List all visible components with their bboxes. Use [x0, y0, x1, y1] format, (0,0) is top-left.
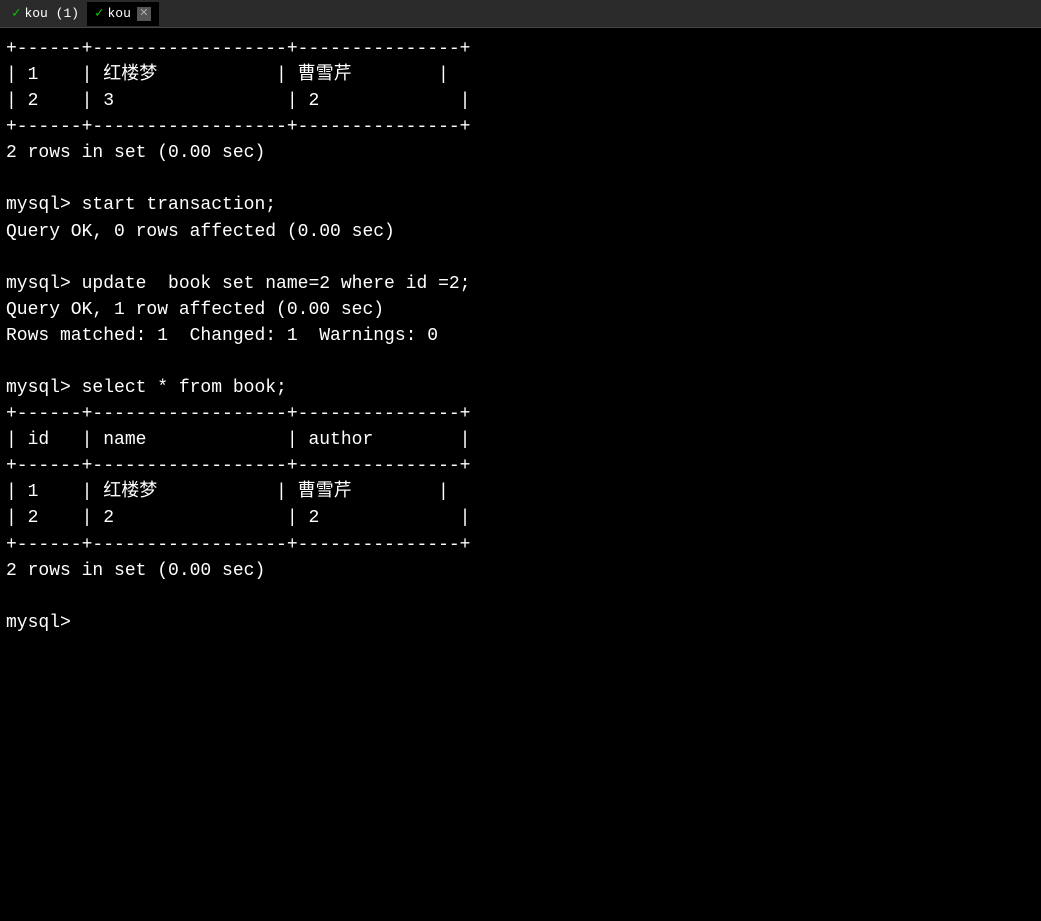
tab-kou2[interactable]: ✓ kou ✕ [87, 2, 159, 26]
terminal-line: +------+------------------+-------------… [6, 453, 1035, 479]
tab-kou1-label: kou (1) [24, 6, 79, 21]
terminal-line: mysql> start transaction; [6, 192, 1035, 218]
check-icon-1: ✓ [12, 5, 20, 22]
terminal-line: | 2 | 2 | 2 | [6, 505, 1035, 531]
terminal-line: mysql> [6, 610, 1035, 636]
terminal-line: mysql> select * from book; [6, 375, 1035, 401]
check-icon-2: ✓ [95, 5, 103, 22]
terminal-line: 2 rows in set (0.00 sec) [6, 140, 1035, 166]
terminal-line: | 1 | 红楼梦 | 曹雪芹 | [6, 62, 1035, 88]
terminal-line [6, 245, 1035, 271]
terminal-line: +------+------------------+-------------… [6, 114, 1035, 140]
terminal-line: | id | name | author | [6, 427, 1035, 453]
terminal-line: Query OK, 0 rows affected (0.00 sec) [6, 219, 1035, 245]
terminal-line: Query OK, 1 row affected (0.00 sec) [6, 297, 1035, 323]
tab-bar: ✓ kou (1) ✓ kou ✕ [0, 0, 1041, 28]
terminal-line: Rows matched: 1 Changed: 1 Warnings: 0 [6, 323, 1035, 349]
tab-close-button[interactable]: ✕ [137, 7, 151, 21]
terminal-line [6, 584, 1035, 610]
terminal-window: +------+------------------+-------------… [0, 28, 1041, 921]
terminal-line: +------+------------------+-------------… [6, 532, 1035, 558]
terminal-line: | 2 | 3 | 2 | [6, 88, 1035, 114]
tab-kou1[interactable]: ✓ kou (1) [4, 2, 87, 26]
terminal-line: | 1 | 红楼梦 | 曹雪芹 | [6, 479, 1035, 505]
terminal-line: +------+------------------+-------------… [6, 36, 1035, 62]
terminal-line: 2 rows in set (0.00 sec) [6, 558, 1035, 584]
terminal-line: +------+------------------+-------------… [6, 401, 1035, 427]
terminal-line [6, 349, 1035, 375]
terminal-line [6, 166, 1035, 192]
terminal-line: mysql> update book set name=2 where id =… [6, 271, 1035, 297]
tab-kou2-label: kou [107, 6, 130, 21]
